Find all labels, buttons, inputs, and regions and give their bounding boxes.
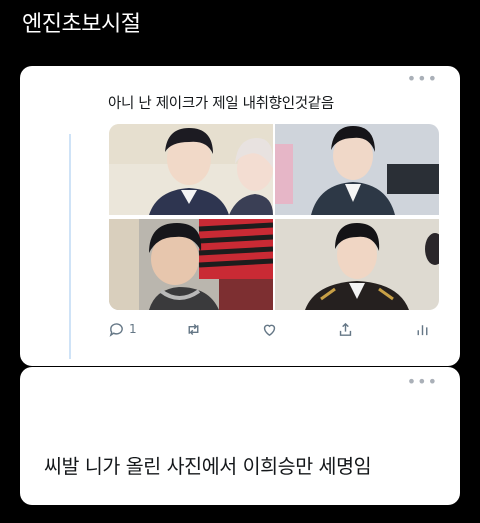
stats-button[interactable] <box>414 318 431 340</box>
page-title: 엔진초보시절 <box>22 12 141 37</box>
photo-bottom-left[interactable] <box>109 219 273 310</box>
share-icon <box>339 322 352 336</box>
reply-card[interactable]: ••• 씨발 니가 올린 사진에서 이희승만 세명임 <box>20 367 460 505</box>
reply-text: 씨발 니가 올린 사진에서 이희승만 세명임 <box>44 455 372 478</box>
reply-icon <box>109 322 123 337</box>
retweet-icon <box>188 323 199 335</box>
more-horizontal-icon[interactable]: ••• <box>407 374 438 390</box>
tweet-text: 아니 난 제이크가 제일 내취향인것같음 <box>108 96 334 112</box>
heart-icon <box>263 324 276 336</box>
photo-top-left[interactable] <box>109 124 273 215</box>
reply-button[interactable]: 1 <box>108 318 137 340</box>
photo-bottom-right[interactable] <box>275 219 439 310</box>
share-button[interactable] <box>337 318 354 340</box>
retweet-button[interactable] <box>185 318 202 340</box>
like-button[interactable] <box>261 318 278 340</box>
photo-top-right[interactable] <box>275 124 439 215</box>
more-horizontal-icon[interactable]: ••• <box>407 71 438 87</box>
reply-count: 1 <box>129 322 137 336</box>
thread-line <box>69 134 71 359</box>
tweet-actions: 1 <box>108 318 438 340</box>
photo-grid[interactable] <box>109 124 439 310</box>
tweet-card[interactable]: ••• 아니 난 제이크가 제일 내취향인것같음 1 <box>20 66 460 366</box>
stats-icon <box>417 324 428 335</box>
